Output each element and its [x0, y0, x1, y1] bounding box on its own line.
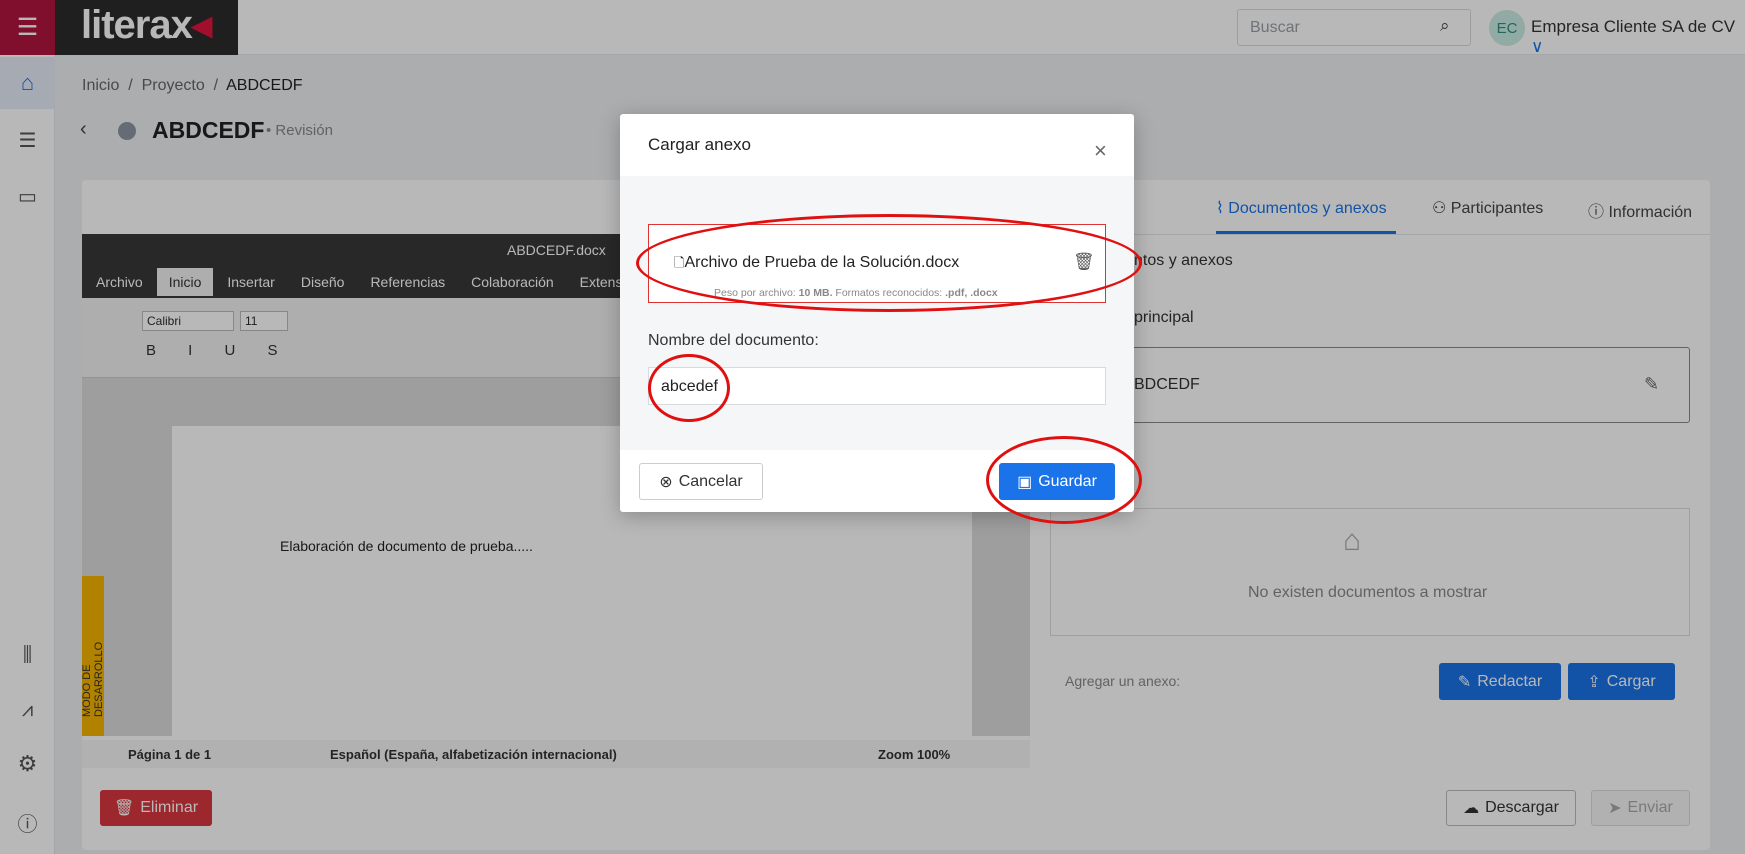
close-icon[interactable]: ×: [1094, 138, 1107, 164]
annotation-save-ellipse: [986, 436, 1142, 524]
cancel-circle-icon: ⊗: [659, 473, 673, 491]
field-label: Nombre del documento:: [648, 332, 819, 349]
annotation-file-ellipse: [636, 214, 1142, 312]
modal-title: Cargar anexo: [648, 135, 752, 154]
annotation-name-ellipse: [648, 354, 730, 422]
cancel-button[interactable]: ⊗ Cancelar: [639, 463, 763, 500]
